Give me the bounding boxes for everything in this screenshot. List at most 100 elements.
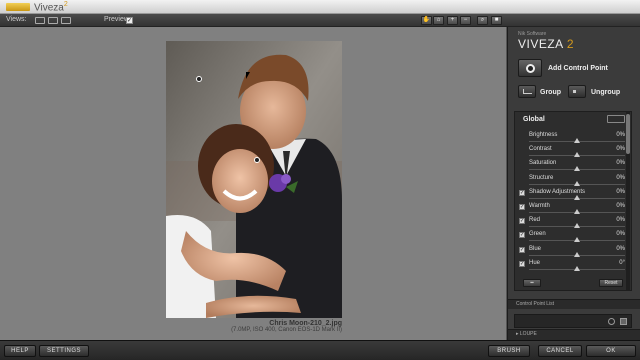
slider-knob[interactable] bbox=[574, 194, 580, 200]
toolbar: Views: Preview: ✓ ✋ ⌂ + − ⌕ ■ bbox=[0, 14, 640, 27]
slider-label: Contrast bbox=[529, 146, 552, 153]
slider-enable-checkbox[interactable]: ✓ bbox=[519, 218, 525, 225]
loupe-header[interactable]: ▸ LOUPE bbox=[508, 329, 640, 340]
slider-label: Saturation bbox=[529, 160, 557, 167]
home-icon[interactable]: ⌂ bbox=[433, 16, 444, 25]
brand-name: VIVEZA bbox=[518, 37, 564, 51]
slider-value: 0% bbox=[616, 174, 625, 181]
slider-blue[interactable]: ✓ Blue 0% bbox=[519, 246, 625, 260]
control-point-icon bbox=[526, 64, 535, 73]
image-metadata: (7.0MP, ISO 400, Canon EOS-1D Mark II) bbox=[231, 327, 342, 333]
zoom-in-icon[interactable]: + bbox=[447, 16, 458, 25]
split-view-button[interactable] bbox=[48, 17, 58, 24]
global-title: Global bbox=[523, 116, 545, 123]
ok-button[interactable]: OK bbox=[586, 345, 636, 357]
app-name: Viveza bbox=[34, 2, 64, 14]
zoom-out-icon[interactable]: − bbox=[460, 16, 471, 25]
preview-canvas[interactable]: Chris Moon-210_2.jpg (7.0MP, ISO 400, Ca… bbox=[0, 27, 507, 340]
slider-value: 0% bbox=[616, 146, 625, 153]
slider-hue[interactable]: ✓ Hue 0° bbox=[519, 260, 625, 274]
control-point-list bbox=[514, 314, 632, 328]
slider-knob[interactable] bbox=[574, 138, 580, 143]
slider-green[interactable]: ✓ Green 0% bbox=[519, 231, 625, 245]
slider-structure[interactable]: Structure 0% bbox=[519, 175, 625, 189]
app-version: 2 bbox=[63, 1, 68, 8]
control-point-list-header[interactable]: Control Point List bbox=[508, 299, 640, 309]
slider-label: Green bbox=[529, 231, 546, 238]
image-filename: Chris Moon-210_2.jpg bbox=[269, 320, 342, 327]
group-label: Group bbox=[540, 89, 561, 96]
control-panel: Nik Software VIVEZA 2 Add Control Point … bbox=[508, 27, 640, 340]
slider-value: 0% bbox=[616, 160, 625, 167]
slider-value: 0% bbox=[616, 188, 625, 195]
delete-control-point-icon[interactable] bbox=[620, 318, 627, 325]
slider-knob[interactable] bbox=[574, 223, 580, 229]
slider-contrast[interactable]: Contrast 0% bbox=[519, 146, 625, 160]
ungroup-icon bbox=[573, 90, 576, 93]
slider-knob[interactable] bbox=[574, 237, 580, 243]
add-control-point-label: Add Control Point bbox=[548, 65, 608, 72]
slider-knob[interactable] bbox=[574, 251, 580, 257]
add-control-point-button[interactable] bbox=[518, 59, 542, 77]
slider-enable-checkbox[interactable]: ✓ bbox=[519, 189, 525, 196]
slider-knob[interactable] bbox=[574, 180, 580, 186]
slider-enable-checkbox[interactable]: ✓ bbox=[519, 260, 525, 267]
slider-warmth[interactable]: ✓ Warmth 0% bbox=[519, 203, 625, 217]
slider-value: 0% bbox=[616, 217, 625, 224]
brand-version: 2 bbox=[566, 37, 575, 51]
loupe-label: LOUPE bbox=[519, 331, 537, 337]
slider-label: Structure bbox=[529, 174, 554, 181]
slider-value: 0% bbox=[616, 245, 625, 252]
control-point[interactable] bbox=[254, 157, 260, 163]
slider-knob[interactable] bbox=[574, 166, 580, 172]
control-point[interactable] bbox=[196, 76, 202, 82]
preview-checkbox[interactable]: ✓ bbox=[126, 17, 133, 24]
slider-value: 0% bbox=[616, 231, 625, 238]
scrollbar-thumb[interactable] bbox=[626, 114, 630, 154]
cancel-button[interactable]: CANCEL bbox=[538, 345, 582, 357]
slider-label: Brightness bbox=[529, 132, 558, 138]
slider-brightness[interactable]: Brightness 0% bbox=[519, 132, 625, 146]
slider-knob[interactable] bbox=[574, 265, 580, 271]
bottom-bar: HELP SETTINGS BRUSH CANCEL OK bbox=[0, 340, 640, 360]
brand-title: VIVEZA 2 bbox=[518, 37, 574, 51]
side-by-side-view-button[interactable] bbox=[61, 17, 71, 24]
single-view-button[interactable] bbox=[35, 17, 45, 24]
wedding-photo bbox=[166, 41, 342, 318]
slider-enable-checkbox[interactable]: ✓ bbox=[519, 232, 525, 239]
slider-label: Warmth bbox=[529, 203, 550, 209]
group-button[interactable] bbox=[518, 85, 536, 98]
group-icon bbox=[523, 89, 532, 94]
ungroup-label: Ungroup bbox=[591, 89, 621, 96]
title-bar: Viveza2 bbox=[0, 0, 640, 14]
slider-value: 0% bbox=[616, 132, 625, 138]
ungroup-button[interactable] bbox=[568, 85, 586, 98]
slider-enable-checkbox[interactable]: ✓ bbox=[519, 246, 525, 253]
help-button[interactable]: HELP bbox=[4, 345, 36, 357]
slider-label: Blue bbox=[529, 245, 542, 252]
eyedropper-icon[interactable]: ⌕ bbox=[477, 16, 488, 25]
slider-shadow-adjustments[interactable]: ✓ Shadow Adjustments 0% bbox=[519, 189, 625, 203]
slider-saturation[interactable]: Saturation 0% bbox=[519, 160, 625, 174]
mouse-cursor-icon bbox=[246, 72, 250, 79]
expand-collapse-icon[interactable] bbox=[607, 115, 625, 123]
reset-button[interactable]: Reset bbox=[599, 279, 623, 287]
nik-logo-icon bbox=[6, 3, 30, 11]
slider-value: 0% bbox=[616, 203, 625, 209]
slider-knob[interactable] bbox=[574, 209, 580, 214]
views-label: Views: bbox=[6, 16, 27, 23]
slider-knob[interactable] bbox=[574, 152, 580, 158]
brush-button[interactable]: BRUSH bbox=[488, 345, 530, 357]
preview-image[interactable] bbox=[166, 41, 342, 318]
copy-settings-button[interactable]: ▪▪ bbox=[523, 279, 541, 287]
window-title: Viveza2 bbox=[34, 1, 68, 13]
background-color-icon[interactable]: ■ bbox=[491, 16, 502, 25]
panel-scrollbar[interactable] bbox=[626, 112, 630, 290]
slider-label: Red bbox=[529, 217, 541, 224]
slider-red[interactable]: ✓ Red 0% bbox=[519, 217, 625, 231]
show-control-points-icon[interactable] bbox=[608, 318, 615, 325]
slider-label: Hue bbox=[529, 259, 541, 266]
slider-enable-checkbox[interactable]: ✓ bbox=[519, 204, 525, 210]
hand-tool-icon[interactable]: ✋ bbox=[421, 16, 432, 25]
settings-button[interactable]: SETTINGS bbox=[39, 345, 89, 357]
